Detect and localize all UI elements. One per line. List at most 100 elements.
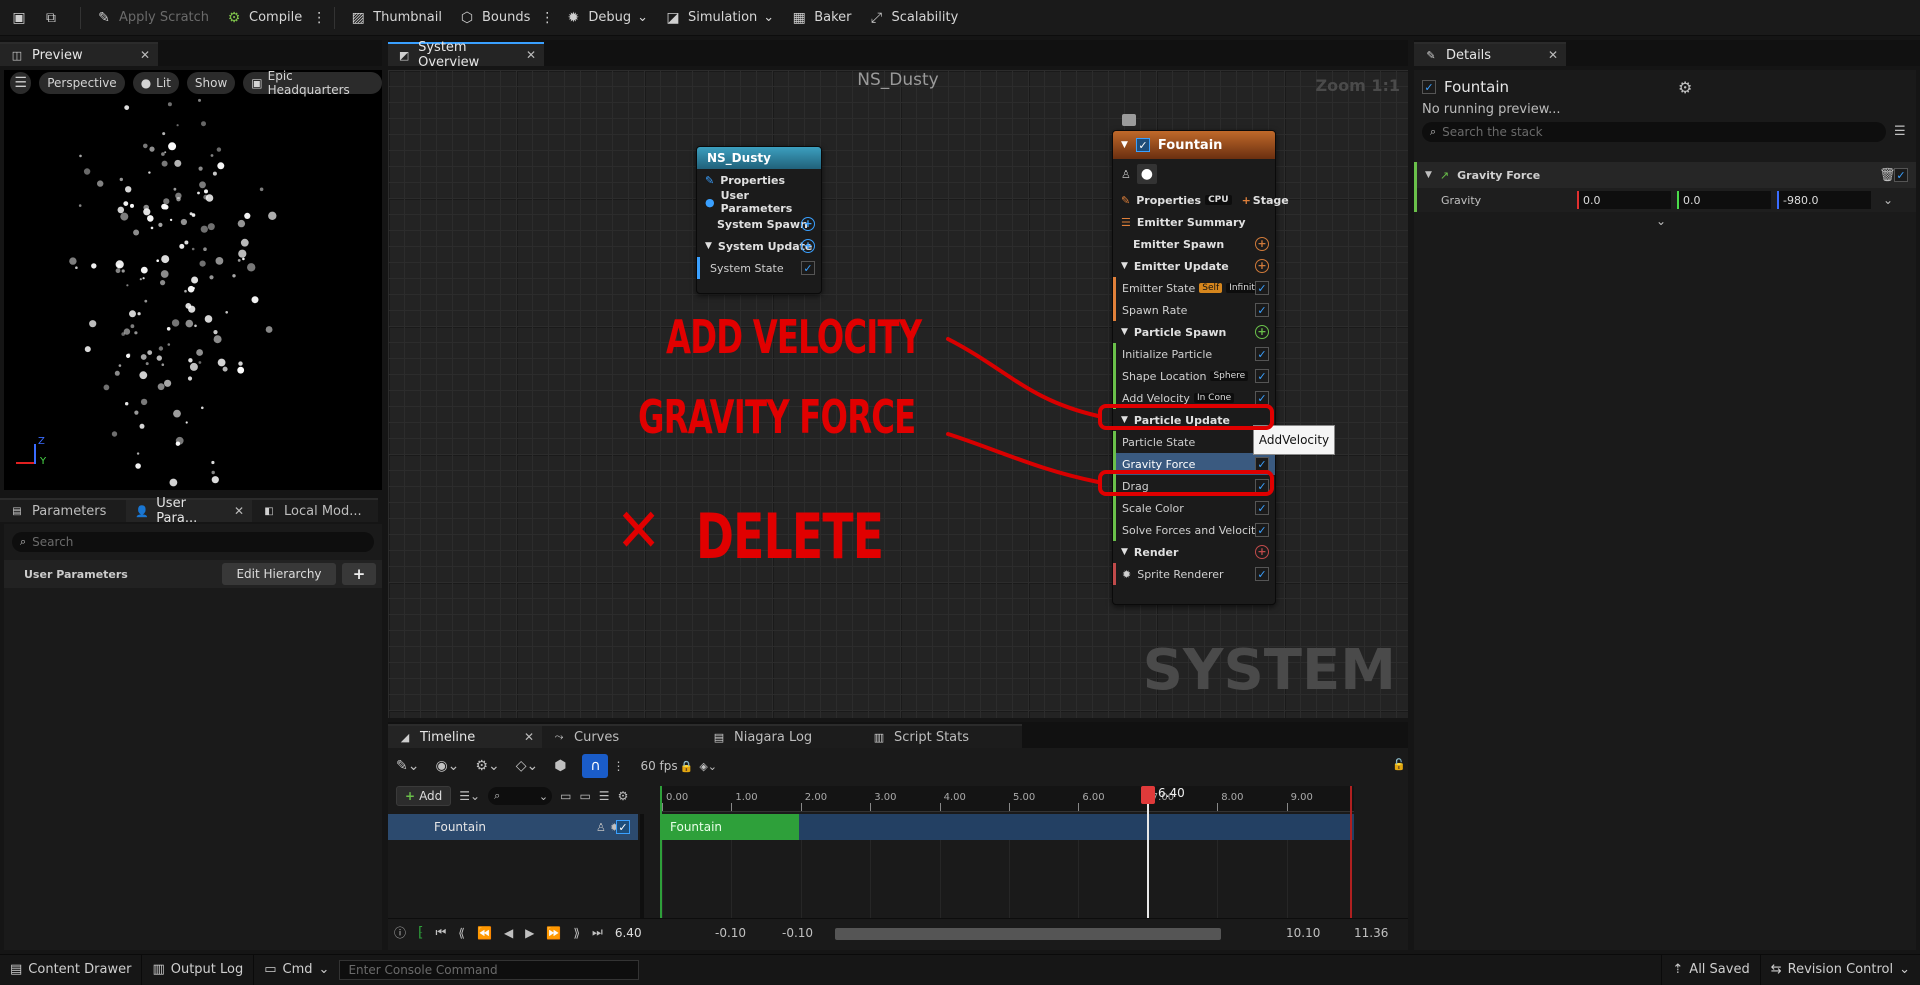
particle-state-row[interactable]: Particle State✓ [1113, 431, 1275, 453]
unlock-icon[interactable]: 🔓 [1392, 758, 1406, 771]
lock-icon[interactable]: 🔒 [680, 760, 694, 773]
enabled-checkbox[interactable]: ✓ [1255, 479, 1269, 493]
compile-options-icon[interactable]: ⋮ [310, 9, 328, 27]
baker-button[interactable]: ▦ Baker [782, 4, 859, 32]
debug-button[interactable]: ✹ Debug ⌄ [556, 4, 656, 32]
material-thumbnail-icon[interactable]: ● [1136, 164, 1157, 184]
collapse-arrow-icon[interactable]: ▼ [1425, 170, 1432, 180]
user-parameters-row[interactable]: ● User Parameters [697, 189, 821, 215]
close-icon[interactable]: ✕ [524, 730, 534, 744]
module-enabled-checkbox[interactable]: ✓ [1894, 168, 1908, 182]
filter-icon[interactable]: ☰ [1894, 124, 1906, 139]
view-range-start[interactable]: -0.10 [715, 926, 746, 940]
shape-location-row[interactable]: Shape Location Sphere ✓ [1113, 365, 1275, 387]
apply-scratch-button[interactable]: ✎ Apply Scratch [87, 4, 217, 32]
tab-curves[interactable]: ⤳ Curves [542, 724, 702, 748]
current-time-field[interactable]: 6.40 [615, 926, 642, 940]
view-range-end[interactable]: 11.36 [1354, 926, 1388, 940]
console-input[interactable]: Enter Console Command [339, 959, 640, 980]
time-ruler[interactable]: 0.00 1.00 2.00 3.00 4.00 5.00 6.00 7.00 8.00 9.00 [660, 786, 1354, 812]
enabled-checkbox[interactable]: ✓ [801, 261, 815, 275]
key-interp-icon[interactable]: ⬢ [554, 758, 566, 774]
enabled-checkbox[interactable]: ✓ [1255, 391, 1269, 405]
snap-tools-icon[interactable]: ✎⌄ [396, 758, 419, 774]
enabled-checkbox[interactable]: ✓ [1255, 457, 1269, 471]
enabled-checkbox[interactable]: ✓ [1255, 369, 1269, 383]
step-forward-icon[interactable]: ⏩ [546, 926, 561, 940]
edit-hierarchy-button[interactable]: Edit Hierarchy [222, 563, 336, 585]
playback-options-icon[interactable]: ⚙⌄ [475, 758, 499, 774]
initialize-particle-row[interactable]: Initialize Particle ✓ [1113, 343, 1275, 365]
stage-button[interactable]: Stage [1253, 194, 1289, 207]
tab-script-stats[interactable]: ▥ Script Stats [862, 724, 1022, 748]
sprite-renderer-row[interactable]: ✹ Sprite Renderer ✓ [1113, 563, 1275, 585]
gravity-x-input[interactable]: 0.0 [1577, 191, 1671, 209]
next-key-icon[interactable]: ⟫ [573, 926, 580, 940]
close-icon[interactable]: ✕ [140, 48, 150, 62]
view-options-icon[interactable]: ◉⌄ [435, 758, 459, 774]
collapse-arrow-icon[interactable]: ▼ [1121, 261, 1128, 271]
fps-label[interactable]: 60 fps [640, 759, 677, 773]
search-input[interactable]: ⌕ Search [12, 532, 374, 552]
step-back-icon[interactable]: ⏪ [477, 926, 492, 940]
system-node-header[interactable]: NS_Dusty [697, 147, 821, 169]
output-log-button[interactable]: ▥ Output Log [142, 954, 255, 985]
collapse-arrow-icon[interactable]: ▼ [705, 241, 712, 251]
drag-row[interactable]: Drag ✓ [1113, 475, 1275, 497]
info-icon[interactable]: ⓘ [394, 924, 406, 941]
track-view-icon[interactable]: ▭ [579, 789, 590, 803]
range-scrollbar[interactable] [835, 928, 1221, 940]
bounds-options-icon[interactable]: ⋮ [538, 9, 556, 27]
emitter-node-header[interactable]: ▼ ✓ Fountain [1113, 131, 1275, 159]
tab-parameters[interactable]: ▤ Parameters [0, 498, 126, 522]
enabled-checkbox[interactable]: ✓ [1255, 567, 1269, 581]
settings-gear-icon[interactable]: ⚙ [618, 789, 629, 803]
content-drawer-button[interactable]: ▤ Content Drawer [0, 954, 143, 985]
collapse-arrow-icon[interactable]: ▼ [1121, 140, 1128, 150]
all-saved-button[interactable]: ⇡ All Saved [1661, 954, 1761, 985]
enabled-checkbox[interactable]: ✓ [1255, 303, 1269, 317]
add-renderer-icon[interactable]: + [1255, 545, 1269, 559]
collapse-arrow-icon[interactable]: ▼ [1121, 547, 1128, 557]
emitter-spawn-row[interactable]: Emitter Spawn + [1113, 233, 1275, 255]
playhead-handle[interactable] [1141, 786, 1155, 804]
system-overview-graph[interactable]: NS_Dusty Zoom 1:1 SYSTEM NS_Dusty ✎ Prope… [388, 70, 1408, 718]
add-module-icon[interactable]: + [1255, 325, 1269, 339]
enabled-checkbox[interactable]: ✓ [1255, 347, 1269, 361]
add-module-icon[interactable]: + [801, 239, 815, 253]
play-reverse-icon[interactable]: ◀ [504, 926, 513, 940]
add-velocity-row[interactable]: Add Velocity In Cone ✓ [1113, 387, 1275, 409]
spawn-rate-row[interactable]: Spawn Rate ✓ [1113, 299, 1275, 321]
jump-to-end-icon[interactable]: ⏭ [592, 925, 603, 940]
solve-forces-row[interactable]: Solve Forces and Velocity ✓ [1113, 519, 1275, 541]
emitter-node[interactable]: ▼ ✓ Fountain ♙ ● ✎ Properties CPU + Stage ☰ E… [1112, 130, 1289, 605]
particle-spawn-row[interactable]: ▼ Particle Spawn + [1113, 321, 1275, 343]
emitter-summary-row[interactable]: ☰ Emitter Summary [1113, 211, 1275, 233]
revision-control-button[interactable]: ⇆ Revision Control ⌄ [1761, 955, 1920, 985]
track-list-icon[interactable]: ☰ [599, 789, 610, 803]
chevron-down-icon[interactable]: ⌄ [1883, 193, 1893, 207]
track-view-icon[interactable]: ▭ [560, 789, 571, 803]
system-state-row[interactable]: System State ✓ [697, 257, 821, 279]
tab-niagara-log[interactable]: ▤ Niagara Log [702, 724, 862, 748]
bounds-button[interactable]: ⬡ Bounds [450, 4, 538, 32]
set-start-icon[interactable]: ⁅ [418, 925, 423, 941]
stack-search-input[interactable]: ⌕ Search the stack [1422, 122, 1886, 142]
play-icon[interactable]: ▶ [525, 926, 534, 940]
track-enabled-checkbox[interactable]: ✓ [616, 820, 630, 834]
jump-to-start-icon[interactable]: ⏮ [435, 925, 446, 940]
gravity-y-input[interactable]: 0.0 [1677, 191, 1771, 209]
gravity-force-module-header[interactable]: ▼ ↗ Gravity Force 🗑 ✓ [1414, 162, 1916, 188]
system-update-row[interactable]: ▼ System Update + [697, 235, 821, 257]
tab-user-parameters[interactable]: 👤 User Para... ✕ [126, 496, 252, 526]
compile-button[interactable]: ⚙ Compile [217, 4, 310, 32]
close-icon[interactable]: ✕ [526, 48, 536, 62]
browse-asset-icon[interactable]: ⧉ [42, 9, 60, 27]
tab-details[interactable]: ✎ Details ✕ [1414, 42, 1566, 66]
magnet-snap-icon[interactable]: ∩ [582, 754, 609, 778]
collapse-arrow-icon[interactable]: ▼ [1121, 415, 1128, 425]
scalability-button[interactable]: ⤢ Scalability [859, 4, 966, 32]
particle-update-row[interactable]: ▼ Particle Update [1113, 409, 1275, 431]
collapse-arrow-icon[interactable]: ▼ [1121, 327, 1128, 337]
working-range-end[interactable]: 10.10 [1286, 926, 1320, 940]
